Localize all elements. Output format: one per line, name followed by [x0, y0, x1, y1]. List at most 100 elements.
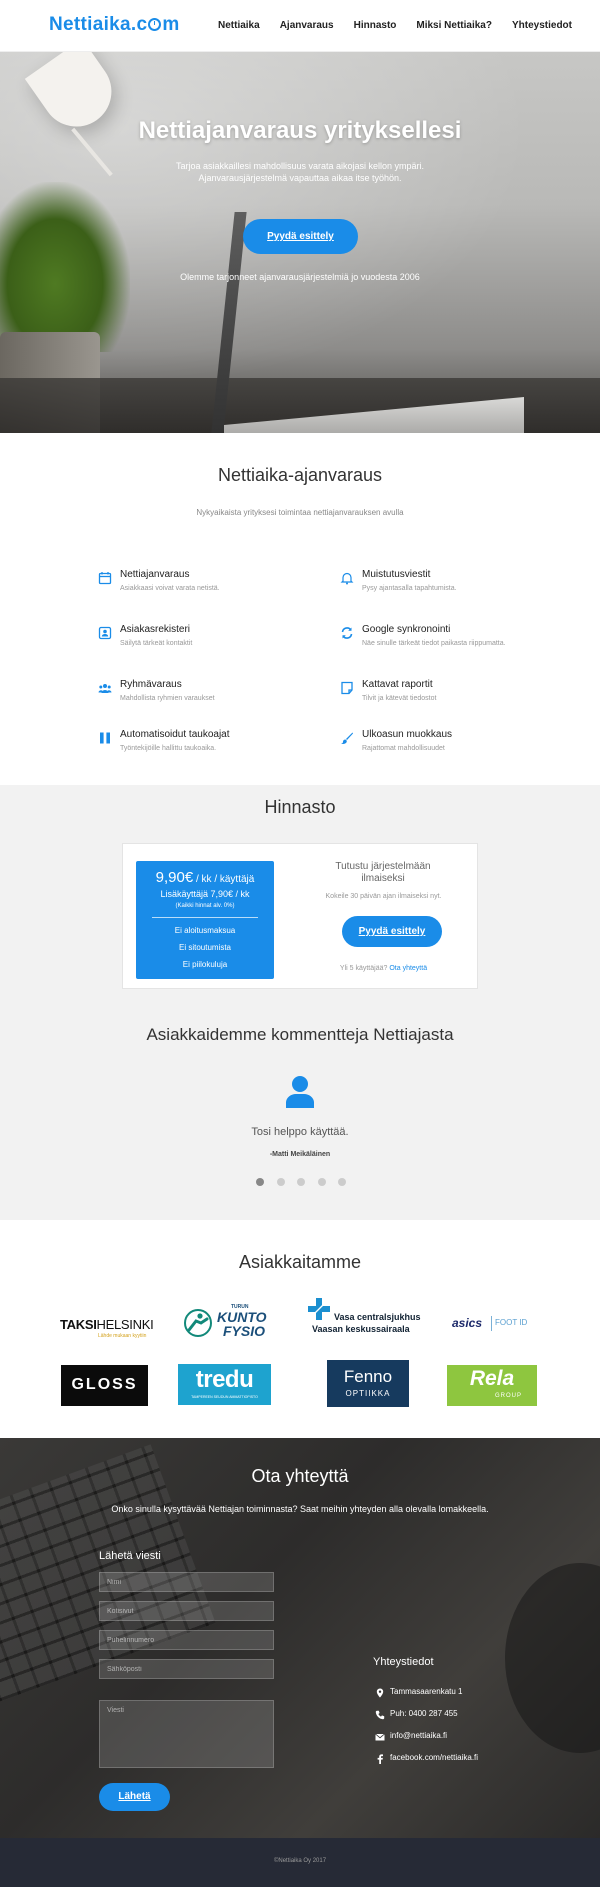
- logo-text-end: m: [162, 14, 180, 35]
- feature-desc: Tilvit ja kätevät tiedostot: [362, 695, 437, 702]
- site-footer: ©Nettiaika Oy 2017: [0, 1838, 600, 1887]
- facebook-row: facebook.com/nettiaika.fi: [375, 1753, 555, 1767]
- contact-title: Ota yhteyttä: [251, 1466, 349, 1486]
- feature-title: Nettiajanvaraus: [120, 569, 190, 580]
- email-text[interactable]: info@nettiaika.fi: [390, 1731, 447, 1740]
- plant-image: [0, 182, 130, 352]
- feature-desc: Pysy ajantasalla tapahtumista.: [362, 585, 457, 592]
- price-perk: Ei piilokuluja: [182, 960, 228, 969]
- form-title: Lähetä viesti: [99, 1550, 161, 1562]
- facebook-icon: [377, 1754, 383, 1764]
- phone-input[interactable]: [99, 1630, 274, 1650]
- contact-link[interactable]: Ota yhteyttä: [389, 965, 427, 972]
- phone-icon: [375, 1710, 385, 1720]
- trial-desc: Kokeile 30 päivän ajan ilmaiseksi nyt.: [325, 893, 442, 900]
- feature-title: Google synkronointi: [362, 624, 451, 635]
- pricing-demo-button[interactable]: Pyydä esittely: [342, 916, 442, 947]
- testimonial-quote: Tosi helppo käyttää.: [251, 1126, 349, 1138]
- logo-text: Fenno: [343, 1367, 393, 1386]
- feature-title: Kattavat raportit: [362, 679, 433, 690]
- trial-title: Tutustu järjestelmään ilmaiseksi: [335, 861, 431, 884]
- address-row: Tammasaarenkatu 1: [375, 1687, 555, 1701]
- logo-text: KUNTO: [217, 1309, 267, 1325]
- logo-text: FYSIO: [223, 1323, 266, 1339]
- logo-text: HELSINKI: [96, 1317, 154, 1332]
- logo-vasa-centralsjukhus: Vasa centralsjukhus Vaasan keskussairaal…: [308, 1298, 428, 1344]
- message-textarea[interactable]: [99, 1700, 274, 1768]
- price-vat-note: (Kaikki hinnat alv. 0%): [175, 903, 235, 909]
- kuntofysio-figure-icon: [184, 1309, 212, 1337]
- logo-text: OPTIIKKA: [345, 1389, 391, 1398]
- testimonials-title: Asiakkaidemme kommentteja Nettiajasta: [146, 1025, 454, 1044]
- email-input[interactable]: [99, 1659, 274, 1679]
- carousel-dot[interactable]: [317, 1178, 326, 1186]
- nav-ajanvaraus[interactable]: Ajanvaraus: [280, 20, 334, 31]
- five-users-text: Yli 5 käyttäjää?: [339, 965, 388, 972]
- feature-title: Muistutusviestit: [362, 569, 431, 580]
- hero-subtitle: Tarjoa asiakkaillesi mahdollisuus varata…: [175, 161, 425, 183]
- price-value: 9,90€: [155, 869, 194, 886]
- user-icon: [286, 1076, 314, 1108]
- features-lead: Nykyaikaista yrityksesi toimintaa nettia…: [196, 508, 404, 517]
- five-users-note: Yli 5 käyttäjää? Ota yhteyttä: [311, 965, 456, 972]
- cup-background-image: [505, 1563, 600, 1753]
- carousel-dot[interactable]: [276, 1178, 285, 1186]
- carousel-dots: [256, 1178, 346, 1186]
- feature-title: Asiakasrekisteri: [120, 624, 191, 635]
- nav-hinnasto[interactable]: Hinnasto: [354, 20, 397, 31]
- feature-desc: Näe sinulle tärkeät tiedot paikasta riip…: [362, 640, 506, 647]
- logo[interactable]: Nettiaika.c m: [49, 14, 180, 36]
- logo-text: Nettiaika.c: [49, 14, 148, 35]
- clock-icon: [148, 18, 162, 31]
- contact-lead: Onko sinulla kysyttävää Nettiajan toimin…: [111, 1504, 489, 1514]
- nav-nettiaika[interactable]: Nettiaika: [218, 20, 260, 31]
- logo-text: TAMPEREEN SEUDUN AMMATTIOPISTO: [191, 1395, 258, 1399]
- sync-icon: [341, 627, 353, 639]
- phone-row: Puh: 0400 287 455: [375, 1709, 555, 1723]
- logo-rela-group: Rela GROUP: [447, 1365, 537, 1406]
- copyright-text: ©Nettiaika Oy 2017: [273, 1858, 327, 1864]
- pricing-title: Hinnasto: [264, 797, 336, 817]
- logo-gloss: GLOSS: [61, 1365, 148, 1406]
- hero-since-text: Olemme tarjonneet ajanvarausjärjestelmiä…: [180, 272, 420, 282]
- hero-section: Nettiajanvaraus yrityksellesi Tarjoa asi…: [0, 52, 600, 433]
- facebook-text[interactable]: facebook.com/nettiaika.fi: [390, 1753, 478, 1762]
- logo-text: GROUP: [495, 1393, 523, 1399]
- feature-title: Automatisoidut taukoajat: [120, 729, 230, 740]
- logo-text: asics: [452, 1316, 483, 1330]
- carousel-dot[interactable]: [256, 1178, 264, 1186]
- price-perk: Ei sitoutumista: [178, 943, 232, 952]
- price-main: 9,90€ / kk / käyttäjä: [136, 869, 274, 886]
- logo-turun-kuntofysio: TURUN KUNTO FYSIO: [183, 1302, 271, 1344]
- map-pin-icon: [376, 1688, 384, 1698]
- logo-divider: [491, 1316, 492, 1331]
- carousel-dot[interactable]: [338, 1178, 346, 1186]
- contact-info-title: Yhteystiedot: [373, 1656, 434, 1668]
- site-header: Nettiaika.c m Nettiaika Ajanvaraus Hinnas…: [0, 0, 600, 52]
- send-button[interactable]: Lähetä: [99, 1783, 170, 1811]
- hero-demo-button[interactable]: Pyydä esittely: [243, 219, 358, 254]
- feature-title: Ryhmävaraus: [120, 679, 182, 690]
- logo-taksi-helsinki: TAKSIHELSINKI Lähde mukaan kyytiin: [60, 1314, 155, 1346]
- logo-fenno-optiikka: Fenno OPTIIKKA: [327, 1360, 409, 1407]
- logo-text: tredu: [195, 1366, 254, 1393]
- carousel-dot[interactable]: [297, 1178, 305, 1186]
- hero-title: Nettiajanvaraus yrityksellesi: [138, 117, 462, 144]
- name-input[interactable]: [99, 1572, 274, 1592]
- clients-title: Asiakkaitamme: [238, 1252, 362, 1272]
- features-title: Nettiaika-ajanvaraus: [217, 465, 383, 485]
- hospital-cross-icon: [308, 1298, 330, 1320]
- pricing-section: Hinnasto 9,90€ / kk / käyttäjä Lisäkäytt…: [0, 785, 600, 1220]
- logo-text: TAKSI: [60, 1317, 97, 1332]
- feature-desc: Työntekijöille hallittu taukoaika.: [120, 745, 217, 752]
- nav-miksi[interactable]: Miksi Nettiaika?: [416, 20, 492, 31]
- features-section: Nettiaika-ajanvaraus Nykyaikaista yrityk…: [0, 433, 600, 785]
- feature-title: Ulkoasun muokkaus: [362, 729, 453, 740]
- logo-text: FOOT ID: [495, 1318, 528, 1327]
- website-input[interactable]: [99, 1601, 274, 1621]
- price-divider: [152, 917, 258, 918]
- email-row: info@nettiaika.fi: [375, 1731, 555, 1745]
- nav-yhteystiedot[interactable]: Yhteystiedot: [512, 20, 572, 31]
- clients-section: Asiakkaitamme TAKSIHELSINKI Lähde mukaan…: [0, 1220, 600, 1438]
- logo-text: Vaasan keskussairaala: [312, 1324, 410, 1334]
